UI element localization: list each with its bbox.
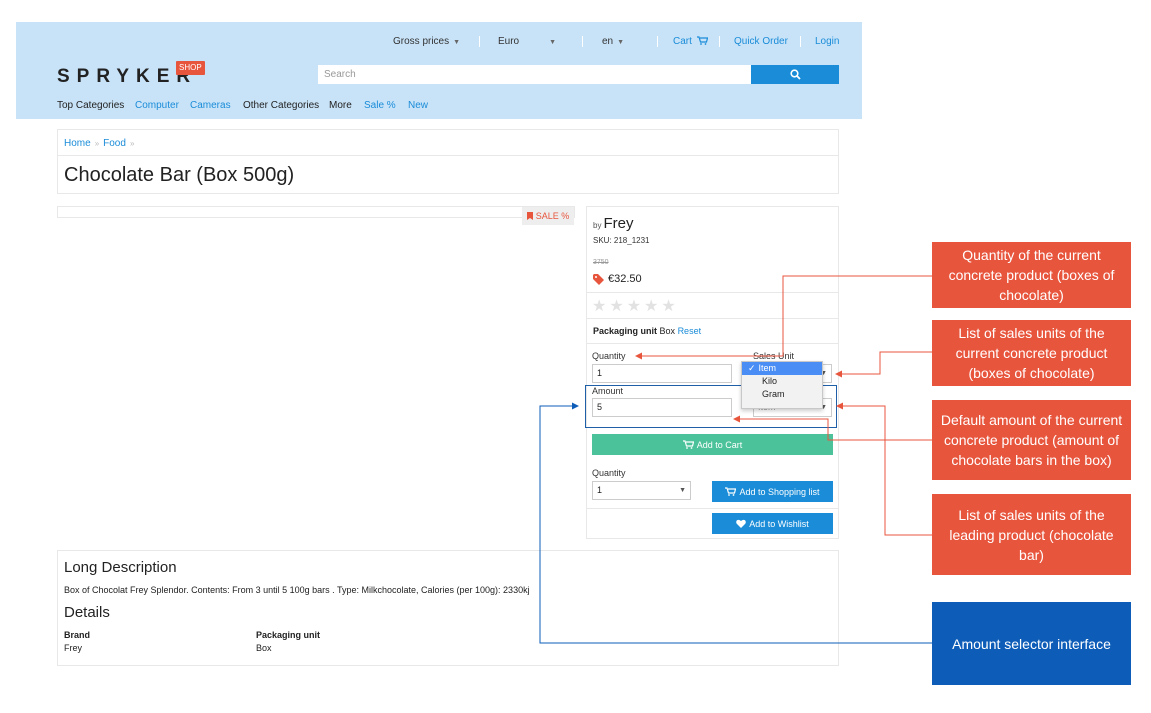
old-price: 3750 <box>593 259 609 266</box>
site-header: Gross prices ▼ Euro ▼ en ▼ Cart Quick Order… <box>16 22 862 119</box>
nav-sale[interactable]: Sale % <box>364 100 396 111</box>
nav-computer[interactable]: Computer <box>135 100 179 111</box>
topbar-divider <box>479 36 480 47</box>
product-brand: by Frey <box>593 215 634 232</box>
product-sku: SKU: 218_1231 <box>593 236 650 245</box>
description-section: Long Description Box of Chocolat Frey Sp… <box>57 550 839 666</box>
callout-sales-units-leading: List of sales units of the leading produ… <box>932 494 1131 575</box>
details-title: Details <box>64 604 110 621</box>
sales-unit-option[interactable]: Gram <box>742 388 822 401</box>
topbar-divider <box>800 36 801 47</box>
currency-selector[interactable]: Euro ▼ <box>498 36 556 47</box>
brand-value: Frey <box>64 643 82 653</box>
cart-link[interactable]: Cart <box>673 36 708 47</box>
logo-badge: SHOP <box>176 61 205 75</box>
callout-sales-units-current: List of sales units of the current concr… <box>932 320 1131 386</box>
breadcrumb-home[interactable]: Home <box>64 138 91 149</box>
title-section: Home» Food» Chocolate Bar (Box 500g) <box>57 129 839 194</box>
cart-icon <box>682 440 694 449</box>
list-quantity-label: Quantity <box>592 468 626 478</box>
brand-label: Brand <box>64 630 91 640</box>
sale-badge: SALE % <box>522 207 574 225</box>
nav-more[interactable]: More <box>329 100 352 111</box>
chevron-down-icon: ▼ <box>453 39 461 46</box>
packaging-unit: Packaging unit Box Reset <box>593 326 702 336</box>
divider <box>587 292 838 293</box>
list-quantity-select[interactable]: 1 ▼ <box>592 481 691 500</box>
callout-quantity: Quantity of the current concrete product… <box>932 242 1131 308</box>
breadcrumb-food[interactable]: Food <box>103 138 126 149</box>
quantity-input[interactable]: 1 <box>592 364 732 383</box>
add-to-cart-button[interactable]: Add to Cart <box>592 434 833 455</box>
reset-link[interactable]: Reset <box>678 326 702 336</box>
nav-cameras[interactable]: Cameras <box>190 100 231 111</box>
rating-stars[interactable]: ★★★★★ <box>592 296 679 316</box>
page-title: Chocolate Bar (Box 500g) <box>64 164 295 186</box>
amount-input[interactable]: 5 <box>592 398 732 417</box>
divider <box>587 343 838 344</box>
quick-order-link[interactable]: Quick Order <box>734 36 788 47</box>
chevron-down-icon: ▼ <box>679 487 686 494</box>
long-description-text: Box of Chocolat Frey Splendor. Contents:… <box>64 585 530 595</box>
cart-icon <box>696 36 708 45</box>
language-selector[interactable]: en ▼ <box>602 36 624 47</box>
bookmark-icon <box>526 212 533 220</box>
callout-amount-selector: Amount selector interface <box>932 602 1131 685</box>
sales-unit-label: Sales Unit <box>753 351 795 361</box>
divider <box>58 155 838 156</box>
chevron-down-icon: ▼ <box>549 39 557 46</box>
packaging-unit-label: Packaging unit <box>256 630 321 640</box>
topbar-divider <box>719 36 720 47</box>
nav-new[interactable]: New <box>408 100 428 111</box>
chevron-right-icon: » <box>129 139 135 148</box>
search-input[interactable]: Search <box>318 65 751 84</box>
quantity-label: Quantity <box>592 351 626 361</box>
connector-sales-units-current <box>835 351 932 378</box>
callout-default-amount: Default amount of the current concrete p… <box>932 400 1131 480</box>
add-to-wishlist-button[interactable]: Add to Wishlist <box>712 513 833 534</box>
check-icon: ✓ <box>748 363 756 373</box>
divider <box>587 508 838 509</box>
product-price: €32.50 <box>593 273 642 285</box>
nav-other-categories[interactable]: Other Categories <box>243 100 319 111</box>
amount-label: Amount <box>592 386 624 396</box>
divider <box>587 318 838 319</box>
product-image-area <box>57 206 575 218</box>
heart-icon <box>736 519 747 528</box>
price-tag-icon <box>593 273 604 285</box>
add-to-shopping-list-button[interactable]: Add to Shopping list <box>712 481 833 502</box>
topbar-divider <box>582 36 583 47</box>
login-link[interactable]: Login <box>815 36 839 47</box>
connector-sales-units-leading <box>836 402 932 536</box>
breadcrumb: Home» Food» <box>64 138 138 149</box>
search-button[interactable] <box>751 65 839 84</box>
packaging-unit-value: Box <box>256 643 272 653</box>
topbar-divider <box>657 36 658 47</box>
nav-top-categories[interactable]: Top Categories <box>57 100 124 111</box>
long-description-title: Long Description <box>64 559 177 576</box>
chevron-right-icon: » <box>94 139 100 148</box>
sales-unit-option[interactable]: Kilo <box>742 375 822 388</box>
chevron-down-icon: ▼ <box>617 39 625 46</box>
cart-icon <box>725 487 737 496</box>
sales-unit-dropdown[interactable]: ✓ Item Kilo Gram <box>741 361 823 409</box>
sales-unit-option[interactable]: ✓ Item <box>742 362 822 375</box>
price-mode-selector[interactable]: Gross prices ▼ <box>393 36 460 47</box>
search-icon <box>789 69 801 80</box>
